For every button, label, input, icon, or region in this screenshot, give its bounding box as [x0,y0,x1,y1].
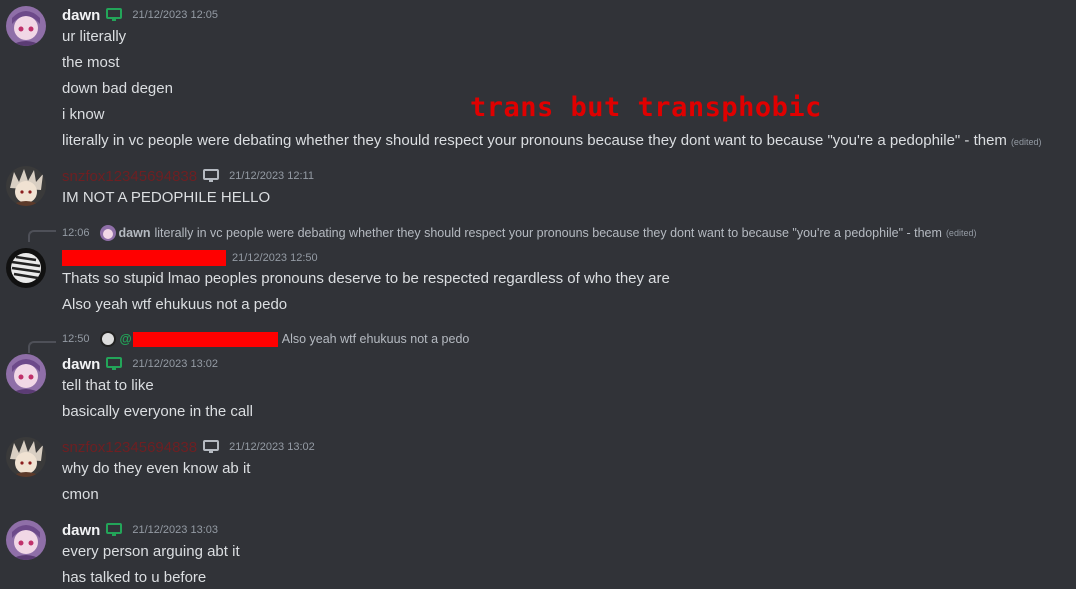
reply-avatar [99,225,116,241]
timestamp[interactable]: 21/12/2023 12:05 [132,9,218,21]
reply-connector [28,230,56,242]
timestamp[interactable]: 21/12/2023 13:02 [229,441,315,453]
avatar[interactable] [6,248,46,288]
message-text: why do they even know ab it [62,460,251,477]
username[interactable]: dawn [62,522,100,539]
message-text: has talked to u before [62,569,207,586]
message-text: literally in vc people were debating whe… [62,132,1007,149]
timestamp[interactable]: 21/12/2023 13:02 [132,358,218,370]
message-text: tell that to like [62,377,154,394]
message-header: dawn 21/12/2023 13:02 [62,354,218,374]
username[interactable]: snzfox12345694838 [62,439,197,456]
reply-mention: @ [119,332,132,346]
message-text-row: literally in vc people were debating whe… [62,131,1041,151]
message-header: 21/12/2023 12:50 [62,248,318,268]
reply-time: 12:06 [62,227,90,239]
avatar[interactable] [6,354,46,394]
timestamp[interactable]: 21/12/2023 12:50 [232,252,318,264]
redacted-username [62,250,226,266]
username[interactable]: snzfox12345694838 [62,168,197,185]
message-header: snzfox12345694838 21/12/2023 12:11 [62,166,314,186]
desktop-icon [106,523,123,537]
message-text: IM NOT A PEDOPHILE HELLO [62,189,271,206]
message-header: dawn 21/12/2023 13:03 [62,520,218,540]
reply-connector [28,341,56,353]
avatar[interactable] [6,437,46,477]
overlay-caption: trans but transphobic [470,92,822,123]
timestamp[interactable]: 21/12/2023 13:03 [132,524,218,536]
reply-preview[interactable]: 12:06 dawn literally in vc people were d… [62,225,976,241]
message-text: Also yeah wtf ehukuus not a pedo [62,296,288,313]
message-header: snzfox12345694838 21/12/2023 13:02 [62,437,315,457]
avatar[interactable] [6,6,46,46]
desktop-icon [106,357,123,371]
message-text: cmon [62,486,99,503]
username[interactable]: dawn [62,356,100,373]
reply-text: Also yeah wtf ehukuus not a pedo [281,332,470,346]
reply-avatar [99,331,116,347]
message-text: i know [62,106,105,123]
message-text: down bad degen [62,80,173,97]
desktop-icon [106,8,123,22]
edited-label: (edited) [945,228,977,238]
desktop-icon [203,440,220,454]
message-text: every person arguing abt it [62,543,240,560]
message-text: basically everyone in the call [62,403,253,420]
reply-time: 12:50 [62,333,90,345]
reply-text: literally in vc people were debating whe… [154,226,942,240]
desktop-icon [203,169,220,183]
reply-preview[interactable]: 12:50 @ Also yeah wtf ehukuus not a pedo [62,331,469,347]
message-text: ur literally [62,28,127,45]
timestamp[interactable]: 21/12/2023 12:11 [229,170,314,182]
message-text: Thats so stupid lmao peoples pronouns de… [62,270,670,287]
message-header: dawn 21/12/2023 12:05 [62,5,218,25]
message-text: the most [62,54,120,71]
avatar[interactable] [6,520,46,560]
reply-username: dawn [118,226,151,240]
avatar[interactable] [6,166,46,206]
edited-label: (edited) [1010,137,1042,147]
username[interactable]: dawn [62,7,100,24]
redacted-username [132,331,278,347]
